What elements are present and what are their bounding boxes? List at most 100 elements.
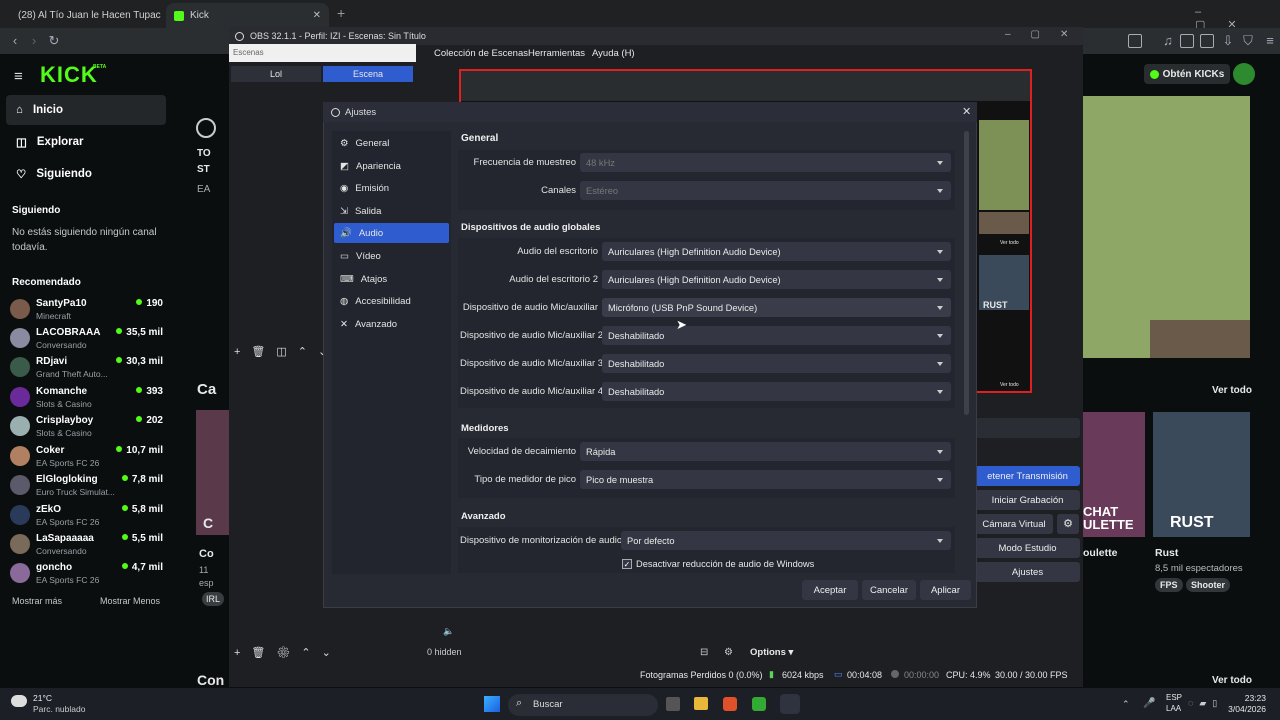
see-all-link[interactable]: Ver todo: [1212, 385, 1252, 396]
stream-name: Coker: [36, 445, 65, 456]
stream-item[interactable]: zEkO EA Sports FC 26 5,8 mil: [8, 502, 163, 529]
live-preview-thumbnail[interactable]: [1083, 96, 1250, 358]
card-title[interactable]: Rust: [1155, 547, 1178, 559]
nav-explorar[interactable]: ◫ Explorar: [6, 127, 166, 157]
browser-tab-youtube[interactable]: (28) Al Tío Juan le Hacen Tupac Ama: [4, 3, 162, 28]
nav-siguiendo[interactable]: ♡ Siguiendo: [6, 159, 166, 189]
accept-button[interactable]: Aceptar: [802, 580, 858, 600]
tag-badge[interactable]: Shooter: [1186, 578, 1231, 592]
stream-item[interactable]: LaSapaaaaa Conversando 5,5 mil: [8, 531, 163, 558]
monitoring-device-select[interactable]: Por defecto: [621, 531, 951, 550]
stop-streaming-button[interactable]: etener Transmisión: [975, 466, 1080, 486]
browser-tab-kick[interactable]: Kick ✕: [166, 3, 329, 28]
close-icon[interactable]: ✕: [962, 105, 971, 118]
stream-item[interactable]: goncho EA Sports FC 26 4,7 mil: [8, 560, 163, 587]
tag-badge[interactable]: FPS: [1155, 578, 1183, 592]
mic-aux-select[interactable]: Micrófono (USB PnP Sound Device): [602, 298, 951, 317]
stream-item[interactable]: Crisplayboy Slots & Casino 202: [8, 413, 163, 440]
decay-rate-select[interactable]: Rápida: [580, 442, 951, 461]
sidebar-item-advanced[interactable]: ✕ Avanzado: [334, 314, 449, 334]
sidebar-item-general[interactable]: ⚙ General: [334, 133, 449, 153]
show-less-link[interactable]: Mostrar Menos: [100, 596, 160, 606]
stream-item[interactable]: LACOBRAAA Conversando 35,5 mil: [8, 325, 163, 352]
scene-tab-lol[interactable]: Lol: [231, 66, 321, 82]
language-code[interactable]: ESP: [1166, 693, 1182, 702]
menu-help[interactable]: Ayuda (H): [592, 48, 635, 59]
transition-dropdown[interactable]: [975, 418, 1080, 438]
sidebar-item-video[interactable]: ▭ Vídeo: [334, 246, 449, 266]
language-layout[interactable]: LAA: [1166, 704, 1181, 713]
clock-date[interactable]: 3/04/2026: [1216, 704, 1266, 714]
see-all-link[interactable]: Ver todo: [1212, 675, 1252, 686]
menu-tools[interactable]: Herramientas: [528, 48, 585, 59]
channels-select[interactable]: Estéreo: [580, 181, 951, 200]
scene-tab-escena[interactable]: Escena: [323, 66, 413, 82]
studio-mode-button[interactable]: Modo Estudio: [975, 538, 1080, 558]
microphone-icon[interactable]: 🎤: [1143, 698, 1155, 709]
ducking-checkbox[interactable]: ✓: [622, 559, 632, 569]
sidebar-item-output[interactable]: ⇲ Salida: [334, 201, 449, 221]
peak-meter-select[interactable]: Pico de muestra: [580, 470, 951, 489]
music-icon[interactable]: ♫: [1160, 33, 1176, 49]
mic-aux-4-select[interactable]: Deshabilitado: [602, 382, 951, 401]
tag-badge[interactable]: IRL: [202, 592, 225, 606]
sidebar-item-broadcast[interactable]: ◉ Emisión: [334, 178, 449, 198]
extensions-icon[interactable]: [1200, 34, 1214, 48]
sources-toolbar[interactable]: +🗑⚙⌃⌄: [234, 646, 342, 659]
sidebar-item-audio[interactable]: 🔊 Audio: [334, 223, 449, 243]
forward-icon[interactable]: ›: [26, 33, 42, 49]
stream-item[interactable]: RDjavi Grand Theft Auto... 30,3 mil: [8, 354, 163, 381]
options-button[interactable]: Options ▾: [750, 647, 793, 658]
obs-window-controls[interactable]: –▢✕: [1005, 29, 1088, 40]
new-tab-button[interactable]: +: [337, 5, 345, 21]
search-box[interactable]: [508, 694, 658, 716]
scrollbar[interactable]: [964, 131, 969, 415]
tray-chevron-icon[interactable]: ⌃: [1122, 699, 1130, 710]
windows-start-icon[interactable]: [484, 696, 500, 712]
menu-scene-collection[interactable]: Colección de Escenas: [434, 48, 528, 59]
sidebar-item-hotkeys[interactable]: ⌨ Atajos: [334, 269, 449, 289]
stream-item[interactable]: Coker EA Sports FC 26 10,7 mil: [8, 443, 163, 470]
user-avatar[interactable]: [1233, 63, 1255, 85]
cancel-button[interactable]: Cancelar: [862, 580, 916, 600]
reload-icon[interactable]: ↻: [46, 33, 62, 49]
app-icon[interactable]: [752, 697, 766, 711]
sample-rate-select[interactable]: 48 kHz: [580, 153, 951, 172]
mic-aux-2-select[interactable]: Deshabilitado: [602, 326, 951, 345]
settings-button[interactable]: Ajustes: [975, 562, 1080, 582]
sidebar-item-appearance[interactable]: ◩ Apariencia: [334, 156, 449, 176]
nav-inicio[interactable]: ⌂ Inicio: [6, 95, 166, 125]
stream-item[interactable]: SantyPa10 Minecraft 190: [8, 296, 163, 323]
clock-time[interactable]: 23:23: [1222, 693, 1266, 703]
obs-taskbar-icon[interactable]: [780, 694, 800, 714]
start-recording-button[interactable]: Iniciar Grabación: [975, 490, 1080, 510]
task-view-icon[interactable]: [666, 697, 680, 711]
virtual-camera-button[interactable]: Cámara Virtual: [975, 514, 1053, 534]
screenshot-icon[interactable]: [1128, 34, 1142, 48]
apply-button[interactable]: Aplicar: [920, 580, 971, 600]
show-more-link[interactable]: Mostrar más: [12, 596, 62, 606]
card-title[interactable]: oulette: [1083, 547, 1117, 559]
file-explorer-icon[interactable]: [694, 697, 708, 710]
back-icon[interactable]: ‹: [7, 33, 23, 49]
download-icon[interactable]: ⇩: [1220, 33, 1236, 49]
virtual-camera-settings-icon[interactable]: ⚙: [1057, 514, 1079, 534]
stream-item[interactable]: ElGlogloking Euro Truck Simulat... 7,8 mil: [8, 472, 163, 499]
hamburger-menu-icon[interactable]: ≡: [14, 68, 23, 85]
stream-item[interactable]: Komanche Slots & Casino 393: [8, 384, 163, 411]
mic-aux-3-select[interactable]: Deshabilitado: [602, 354, 951, 373]
shield-icon[interactable]: ⛉: [1240, 33, 1256, 49]
volume-icon[interactable]: 🔈: [443, 626, 454, 637]
kick-logo[interactable]: KICK: [40, 62, 98, 88]
menu-icon[interactable]: ≡: [1262, 33, 1278, 49]
filter-icon[interactable]: ⚙: [724, 647, 733, 658]
brave-icon[interactable]: [723, 697, 737, 711]
sidebar-icon[interactable]: [1180, 34, 1194, 48]
close-tab-icon[interactable]: ✕: [313, 10, 321, 21]
layout-icon[interactable]: ⊟: [700, 647, 708, 658]
sidebar-item-accessibility[interactable]: ◍ Accesibilidad: [334, 291, 449, 311]
desktop-audio-select[interactable]: Auriculares (High Definition Audio Devic…: [602, 242, 951, 261]
desktop-audio-2-select[interactable]: Auriculares (High Definition Audio Devic…: [602, 270, 951, 289]
get-kicks-button[interactable]: Obtén KICKs: [1144, 64, 1230, 84]
stream-category: Euro Truck Simulat...: [36, 487, 115, 497]
